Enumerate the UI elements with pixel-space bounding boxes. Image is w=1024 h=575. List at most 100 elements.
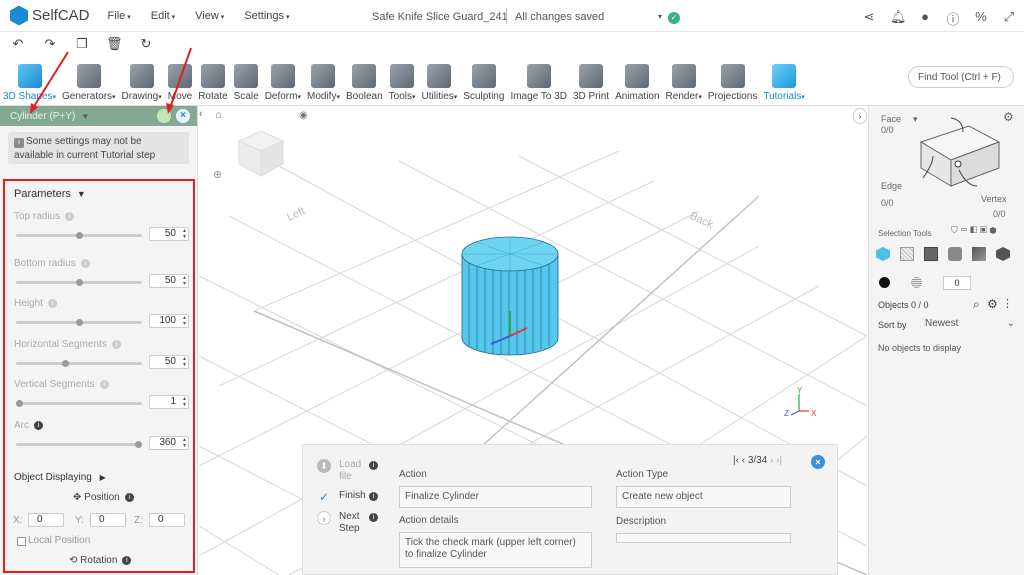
collapse-left-panel-icon[interactable]: ‹ — [199, 108, 211, 124]
bottom-radius-input[interactable]: 50 — [149, 274, 189, 288]
object-options-icon[interactable]: ⋮ — [1002, 297, 1013, 310]
user-icon[interactable]: ● — [918, 9, 932, 28]
view-cube[interactable] — [237, 130, 285, 177]
redo-icon[interactable]: ↷ — [42, 36, 58, 52]
tool-tutorials[interactable]: Tutorials▾ — [762, 64, 806, 102]
sort-select[interactable]: Newest ⌄ — [925, 318, 1015, 329]
bottom-radius-slider[interactable] — [16, 279, 142, 286]
sort-value: Newest — [925, 318, 959, 329]
tool-utilities[interactable]: Utilities▾ — [421, 64, 459, 102]
tool-animation[interactable]: Animation — [614, 64, 660, 102]
delete-icon[interactable]: 🗑︎ — [106, 36, 123, 52]
select-solid-icon[interactable] — [996, 247, 1010, 261]
slider-knob[interactable] — [75, 232, 83, 239]
close-panel-button[interactable]: × — [176, 109, 190, 123]
prev-step-icon[interactable]: ‹ — [742, 455, 745, 466]
search-icon[interactable]: ⌕ — [973, 297, 980, 312]
refresh-icon[interactable]: ↻ — [138, 36, 154, 52]
menu-view[interactable]: View — [195, 10, 224, 22]
menu-settings[interactable]: Settings — [244, 10, 289, 22]
quick-toolbar: ↶ ↷ ❐ 🗑︎ ↻ — [0, 32, 1024, 56]
fullscreen-icon[interactable]: ⤢ — [1002, 9, 1016, 28]
parameters-title[interactable]: Parameters ▼ — [14, 188, 86, 200]
undo-icon[interactable]: ↶ — [10, 36, 26, 52]
selection-tool-icons[interactable]: ⛉ ▭ ◧ ▣ ⬢ — [951, 225, 997, 236]
vertex-label: Vertex — [981, 194, 1007, 204]
bell-icon[interactable]: 🔔︎ — [890, 9, 907, 28]
slider-knob[interactable] — [75, 319, 83, 326]
cylinder-object[interactable] — [461, 236, 559, 356]
vertical-segments-input[interactable]: 1 — [149, 395, 189, 409]
camera-icon[interactable]: ◉ — [299, 110, 308, 121]
find-tool-input[interactable]: Find Tool (Ctrl + F) — [908, 66, 1014, 88]
tool-projections[interactable]: Projections — [707, 64, 758, 102]
tool-render[interactable]: Render▾ — [665, 64, 703, 102]
tool-sculpting[interactable]: Sculpting — [462, 64, 505, 102]
collapse-right-panel-icon[interactable]: › — [853, 108, 867, 124]
app-logo[interactable]: SelfCAD — [10, 5, 90, 26]
arc-slider[interactable] — [16, 441, 142, 448]
info-icon: i — [369, 513, 378, 522]
last-step-icon[interactable]: ›| — [776, 455, 782, 466]
position-x-input[interactable]: 0 — [28, 513, 64, 527]
tool-scale[interactable]: Scale — [233, 64, 260, 102]
menu-file[interactable]: File — [108, 10, 131, 22]
share-icon[interactable]: ⋖ — [862, 9, 876, 28]
document-title[interactable]: Safe Knife Slice Guard_241 — [372, 11, 508, 23]
horizontal-segments-slider[interactable] — [16, 360, 142, 367]
slider-knob[interactable] — [16, 400, 23, 407]
tool-deform[interactable]: Deform▾ — [264, 64, 302, 102]
horizontal-segments-input[interactable]: 50 — [149, 355, 189, 369]
units-icon[interactable]: % — [974, 9, 988, 28]
slider-knob[interactable] — [62, 360, 70, 367]
tool-rotate[interactable]: Rotate — [197, 64, 228, 102]
arc-input[interactable]: 360 — [149, 436, 189, 450]
height-slider[interactable] — [16, 319, 142, 326]
tool-modify[interactable]: Modify▾ — [306, 64, 341, 102]
action-value: Finalize Cylinder — [399, 486, 592, 508]
tool-generators[interactable]: Generators▾ — [61, 64, 117, 102]
color-swatch[interactable] — [879, 277, 890, 288]
object-settings-icon[interactable]: ⚙ — [987, 297, 998, 311]
top-radius-slider[interactable] — [16, 232, 142, 239]
local-position-checkbox[interactable] — [17, 537, 26, 546]
position-z-input[interactable]: 0 — [149, 513, 185, 527]
slider-knob[interactable] — [135, 441, 142, 448]
select-face-icon[interactable] — [924, 247, 938, 261]
tool-image-to-3d[interactable]: Image To 3D — [509, 64, 568, 102]
tool-move[interactable]: Move — [167, 64, 193, 102]
height-input[interactable]: 100 — [149, 314, 189, 328]
object-displaying-toggle[interactable]: Object Displaying ▶ — [14, 472, 106, 483]
chevron-right-icon[interactable]: › — [317, 511, 331, 525]
section-label: Object Displaying — [14, 472, 92, 483]
select-edge-icon[interactable] — [948, 247, 962, 261]
orbit-icon[interactable]: ⊕ — [213, 168, 222, 181]
tool-boolean[interactable]: Boolean — [345, 64, 384, 102]
info-icon[interactable]: ⓘ — [946, 9, 960, 28]
tool-tools[interactable]: Tools▾ — [388, 64, 417, 102]
next-step-icon[interactable]: › — [770, 455, 773, 466]
select-vertex-icon[interactable] — [972, 247, 986, 261]
confirm-check-button[interactable] — [157, 109, 171, 123]
home-icon[interactable]: ⌂ — [215, 109, 222, 121]
tool-3d-shapes[interactable]: 3D Shapes▾ — [2, 64, 57, 102]
slider-knob[interactable] — [75, 279, 83, 286]
color-value-input[interactable]: 0 — [943, 276, 971, 290]
copy-icon[interactable]: ❐ — [74, 36, 90, 52]
close-tutorial-button[interactable]: × — [811, 455, 825, 469]
panel-collapse-icon[interactable]: ▼ — [81, 112, 89, 121]
select-object-icon[interactable] — [876, 247, 890, 261]
face-dropdown-icon[interactable]: ▾ — [913, 114, 918, 125]
tool-label: Boolean — [345, 91, 383, 102]
top-radius-input[interactable]: 50 — [149, 227, 189, 241]
position-y-input[interactable]: 0 — [90, 513, 126, 527]
tool-drawing[interactable]: Drawing▾ — [121, 64, 163, 102]
select-mesh-icon[interactable] — [900, 247, 914, 261]
selection-cube-diagram[interactable] — [919, 116, 1019, 196]
vertical-segments-slider[interactable] — [16, 400, 142, 407]
first-step-icon[interactable]: |‹ — [733, 455, 739, 466]
texture-icon[interactable] — [911, 277, 922, 288]
tool-3d-print[interactable]: 3D Print — [572, 64, 610, 102]
menu-edit[interactable]: Edit — [151, 10, 175, 22]
save-status-dropdown-icon[interactable]: ▾ — [658, 12, 662, 21]
